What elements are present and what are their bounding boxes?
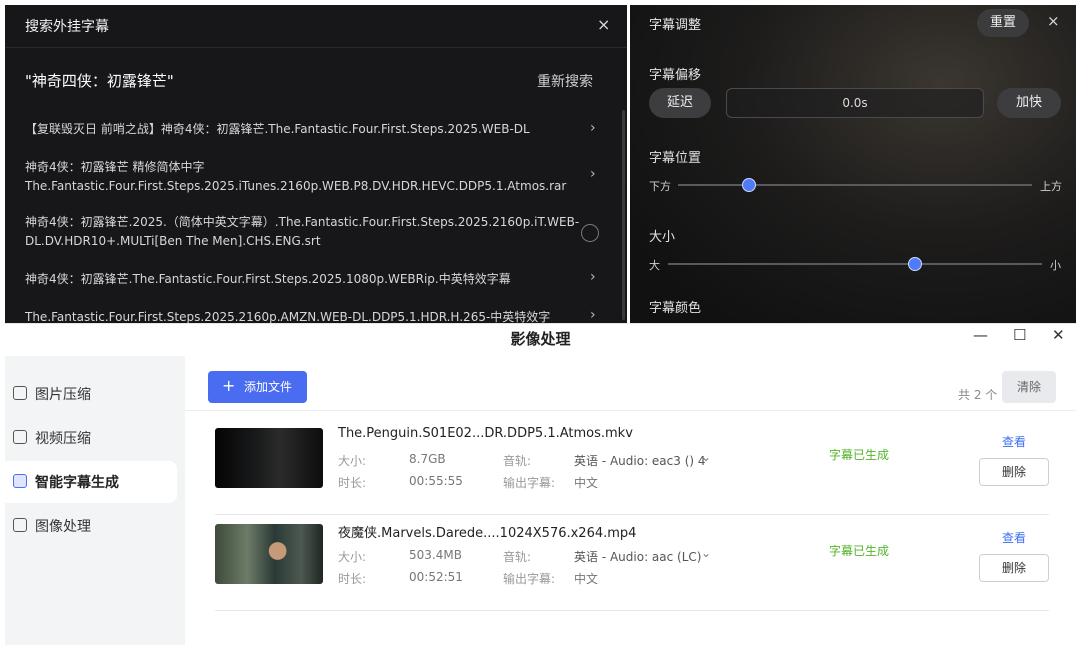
view-button[interactable]: 查看 — [1002, 529, 1026, 546]
clear-button[interactable]: 清除 — [1002, 371, 1056, 403]
delete-button[interactable]: 删除 — [979, 458, 1049, 486]
output-subtitle: 中文 — [574, 572, 599, 586]
video-thumbnail — [215, 428, 323, 488]
position-slider-track[interactable] — [678, 184, 1032, 186]
audio-track-select[interactable]: 英语 - Audio: aac (LC) — [574, 548, 701, 565]
search-query: "神奇四侠：初露锋芒" — [25, 72, 174, 90]
file-row: The.Penguin.S01E02...DR.DDP5.1.Atmos.mkv… — [215, 418, 1049, 515]
research-button[interactable]: 重新搜索 — [537, 71, 593, 91]
output-subtitle: 中文 — [574, 476, 599, 490]
delay-button[interactable]: 延迟 — [649, 88, 711, 118]
result-item[interactable]: 神奇4侠：初露锋芒 精修简体中字 The.Fantastic.Four.Firs… — [25, 158, 585, 196]
output-subtitle-label: 输出字幕: — [503, 476, 556, 490]
add-file-label: 添加文件 — [244, 380, 293, 394]
sidebar-item-image-processing[interactable]: 图像处理 — [5, 505, 177, 547]
subtitle-adjust-panel: 字幕调整 重置 × 字幕偏移 延迟 0.0s 加快 字幕位置 下方 上方 大小 … — [630, 5, 1076, 323]
audio-track-select[interactable]: 英语 - Audio: eac3 () 4 — [574, 452, 706, 469]
window-title: 影像处理 — [510, 330, 571, 348]
divider — [185, 410, 1076, 411]
status-badge: 字幕已生成 — [829, 544, 890, 558]
plus-icon: + — [222, 376, 236, 395]
position-slider-handle[interactable] — [741, 178, 756, 192]
size-label: 大小: — [338, 550, 367, 564]
size-min-label: 大 — [649, 259, 660, 272]
chevron-down-icon[interactable]: ⌄ — [701, 450, 711, 464]
offset-value-field[interactable]: 0.0s — [726, 88, 984, 118]
size-slider-handle[interactable] — [907, 257, 922, 271]
sidebar-item-video-compress[interactable]: 视频压缩 — [5, 417, 177, 459]
panel-title: 字幕调整 — [649, 18, 702, 33]
subtitle-icon — [13, 474, 27, 488]
position-label: 字幕位置 — [649, 151, 702, 166]
file-name: The.Penguin.S01E02...DR.DDP5.1.Atmos.mkv — [338, 426, 633, 441]
result-item[interactable]: The.Fantastic.Four.First.Steps.2025.2160… — [25, 308, 585, 323]
audio-label: 音轨: — [503, 454, 532, 468]
size-slider-track[interactable] — [668, 263, 1042, 265]
status-badge: 字幕已生成 — [829, 448, 890, 462]
output-subtitle-label: 输出字幕: — [503, 572, 556, 586]
file-count: 共 2 个 — [958, 388, 998, 402]
sidebar-item-label: 图片压缩 — [35, 387, 91, 403]
main-content: + 添加文件 共 2 个 清除 The.Penguin.S01E02...DR.… — [185, 356, 1076, 645]
maximize-icon[interactable]: ☐ — [1013, 326, 1026, 344]
close-icon[interactable]: × — [1047, 12, 1060, 30]
close-icon[interactable]: × — [597, 15, 610, 34]
result-item[interactable]: 神奇4侠：初露锋芒.2025.（简体中英文字幕）.The.Fantastic.F… — [25, 213, 585, 251]
minimize-icon[interactable]: — — [973, 326, 988, 344]
subtitle-search-panel: 搜索外挂字幕 × "神奇四侠：初露锋芒" 重新搜索 【复联毁灭日 前哨之战】神奇… — [5, 5, 627, 323]
duration: 00:55:55 — [409, 474, 463, 488]
chevron-right-icon[interactable]: › — [590, 307, 596, 323]
offset-label: 字幕偏移 — [649, 68, 702, 83]
chevron-right-icon[interactable]: › — [590, 166, 596, 182]
duration-label: 时长: — [338, 476, 367, 490]
scrollbar[interactable] — [622, 110, 625, 320]
size-label: 大小: — [338, 454, 367, 468]
audio-label: 音轨: — [503, 550, 532, 564]
view-button[interactable]: 查看 — [1002, 433, 1026, 450]
sidebar: 图片压缩 视频压缩 智能字幕生成 图像处理 — [5, 356, 185, 645]
sidebar-item-label: 图像处理 — [35, 519, 91, 535]
color-label: 字幕颜色 — [649, 301, 702, 316]
duration: 00:52:51 — [409, 570, 463, 584]
sidebar-item-smart-subtitle[interactable]: 智能字幕生成 — [5, 461, 177, 503]
image-edit-icon — [13, 518, 27, 532]
position-max-label: 上方 — [1040, 180, 1062, 193]
speed-up-button[interactable]: 加快 — [997, 88, 1061, 118]
delete-button[interactable]: 删除 — [979, 554, 1049, 582]
chevron-right-icon[interactable]: › — [590, 120, 596, 136]
size-label: 大小 — [649, 230, 676, 245]
close-icon[interactable]: ✕ — [1052, 326, 1065, 344]
sidebar-item-label: 视频压缩 — [35, 431, 91, 447]
video-icon — [13, 430, 27, 444]
file-size: 503.4MB — [409, 548, 462, 562]
reset-button[interactable]: 重置 — [977, 9, 1029, 37]
file-size: 8.7GB — [409, 452, 446, 466]
sidebar-item-image-compress[interactable]: 图片压缩 — [5, 373, 177, 415]
video-thumbnail — [215, 524, 323, 584]
loading-spinner-icon — [581, 224, 599, 242]
duration-label: 时长: — [338, 572, 367, 586]
result-item[interactable]: 【复联毁灭日 前哨之战】神奇4侠：初露锋芒.The.Fantastic.Four… — [25, 120, 585, 139]
video-processing-window: 影像处理 — ☐ ✕ 图片压缩 视频压缩 智能字幕生成 图像处理 + 添加文件 … — [5, 323, 1076, 645]
image-icon — [13, 386, 27, 400]
file-name: 夜魔侠.Marvels.Darede....1024X576.x264.mp4 — [338, 526, 637, 541]
chevron-right-icon[interactable]: › — [590, 269, 596, 285]
sidebar-item-label: 智能字幕生成 — [35, 475, 119, 491]
position-min-label: 下方 — [649, 180, 671, 193]
result-item[interactable]: 神奇4侠：初露锋芒.The.Fantastic.Four.First.Steps… — [25, 270, 585, 289]
chevron-down-icon[interactable]: ⌄ — [701, 546, 711, 560]
file-row: 夜魔侠.Marvels.Darede....1024X576.x264.mp4 … — [215, 514, 1049, 611]
panel-title: 搜索外挂字幕 — [25, 19, 109, 35]
add-file-button[interactable]: + 添加文件 — [208, 371, 307, 403]
size-max-label: 小 — [1050, 259, 1061, 272]
